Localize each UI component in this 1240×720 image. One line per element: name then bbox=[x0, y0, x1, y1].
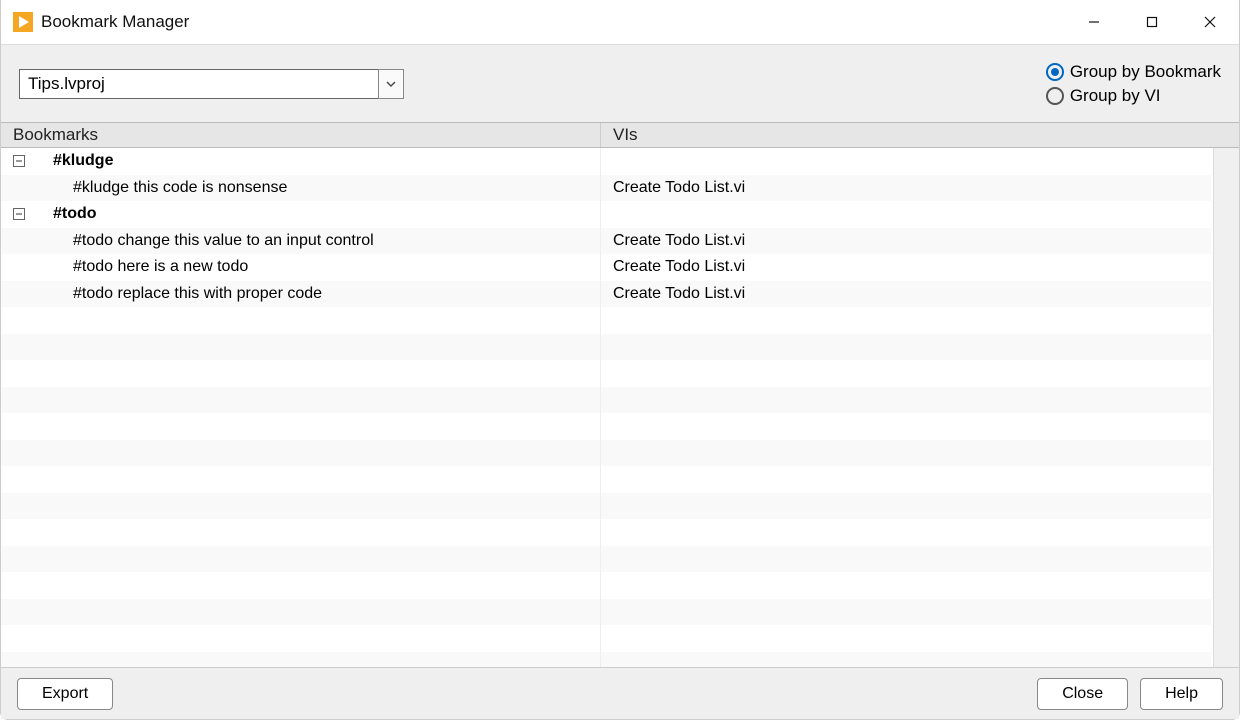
bookmark-item-row[interactable]: #todo here is a new todo Create Todo Lis… bbox=[1, 254, 1211, 281]
bookmark-item-row[interactable]: #kludge this code is nonsense Create Tod… bbox=[1, 175, 1211, 202]
column-header-vis[interactable]: VIs bbox=[601, 123, 1239, 147]
footer: Export Close Help bbox=[1, 667, 1239, 719]
help-button[interactable]: Help bbox=[1140, 678, 1223, 710]
bookmark-vi: Create Todo List.vi bbox=[601, 232, 1211, 250]
maximize-button[interactable] bbox=[1123, 0, 1181, 44]
toolbar: Tips.lvproj Group by Bookmark Group by V… bbox=[1, 44, 1239, 122]
bookmark-group-row[interactable]: #kludge bbox=[1, 148, 1211, 175]
project-name-field[interactable]: Tips.lvproj bbox=[19, 69, 378, 99]
empty-row bbox=[1, 572, 1211, 599]
radio-group-by-vi[interactable]: Group by VI bbox=[1046, 86, 1221, 106]
titlebar: Bookmark Manager bbox=[1, 0, 1239, 44]
window-controls bbox=[1065, 0, 1239, 44]
radio-label: Group by Bookmark bbox=[1070, 62, 1221, 82]
radio-group-by-bookmark[interactable]: Group by Bookmark bbox=[1046, 62, 1221, 82]
empty-row bbox=[1, 387, 1211, 414]
minimize-button[interactable] bbox=[1065, 0, 1123, 44]
empty-row bbox=[1, 652, 1211, 668]
app-icon bbox=[13, 12, 33, 32]
bookmark-vi: Create Todo List.vi bbox=[601, 179, 1211, 197]
bookmark-vi: Create Todo List.vi bbox=[601, 258, 1211, 276]
grouping-options: Group by Bookmark Group by VI bbox=[1046, 62, 1221, 106]
column-headers: Bookmarks VIs bbox=[1, 122, 1239, 148]
collapse-icon[interactable] bbox=[13, 155, 25, 167]
bookmark-tag: #kludge bbox=[53, 152, 113, 170]
project-selector[interactable]: Tips.lvproj bbox=[19, 69, 404, 99]
empty-row bbox=[1, 466, 1211, 493]
bookmark-text: #todo here is a new todo bbox=[73, 258, 248, 276]
close-button[interactable] bbox=[1181, 0, 1239, 44]
bookmark-item-row[interactable]: #todo change this value to an input cont… bbox=[1, 228, 1211, 255]
radio-icon bbox=[1046, 63, 1064, 81]
chevron-down-icon bbox=[385, 78, 397, 90]
empty-row bbox=[1, 625, 1211, 652]
column-header-bookmarks[interactable]: Bookmarks bbox=[1, 123, 601, 147]
window-title: Bookmark Manager bbox=[41, 12, 189, 32]
bookmark-group-row[interactable]: #todo bbox=[1, 201, 1211, 228]
empty-row bbox=[1, 413, 1211, 440]
radio-icon bbox=[1046, 87, 1064, 105]
bookmark-tag: #todo bbox=[53, 205, 97, 223]
empty-row bbox=[1, 599, 1211, 626]
bookmark-text: #kludge this code is nonsense bbox=[73, 179, 287, 197]
empty-row bbox=[1, 519, 1211, 546]
close-dialog-button[interactable]: Close bbox=[1037, 678, 1128, 710]
empty-row bbox=[1, 360, 1211, 387]
bookmark-text: #todo change this value to an input cont… bbox=[73, 232, 374, 250]
empty-row bbox=[1, 307, 1211, 334]
collapse-icon[interactable] bbox=[13, 208, 25, 220]
bookmark-item-row[interactable]: #todo replace this with proper code Crea… bbox=[1, 281, 1211, 308]
empty-row bbox=[1, 440, 1211, 467]
empty-row bbox=[1, 493, 1211, 520]
empty-row bbox=[1, 546, 1211, 573]
bookmark-vi: Create Todo List.vi bbox=[601, 285, 1211, 303]
bookmark-tree: #kludge #kludge this code is nonsense Cr… bbox=[1, 148, 1239, 667]
radio-label: Group by VI bbox=[1070, 86, 1161, 106]
empty-row bbox=[1, 334, 1211, 361]
vertical-scrollbar[interactable] bbox=[1213, 148, 1239, 667]
export-button[interactable]: Export bbox=[17, 678, 113, 710]
bookmark-text: #todo replace this with proper code bbox=[73, 285, 322, 303]
project-dropdown-button[interactable] bbox=[378, 69, 404, 99]
